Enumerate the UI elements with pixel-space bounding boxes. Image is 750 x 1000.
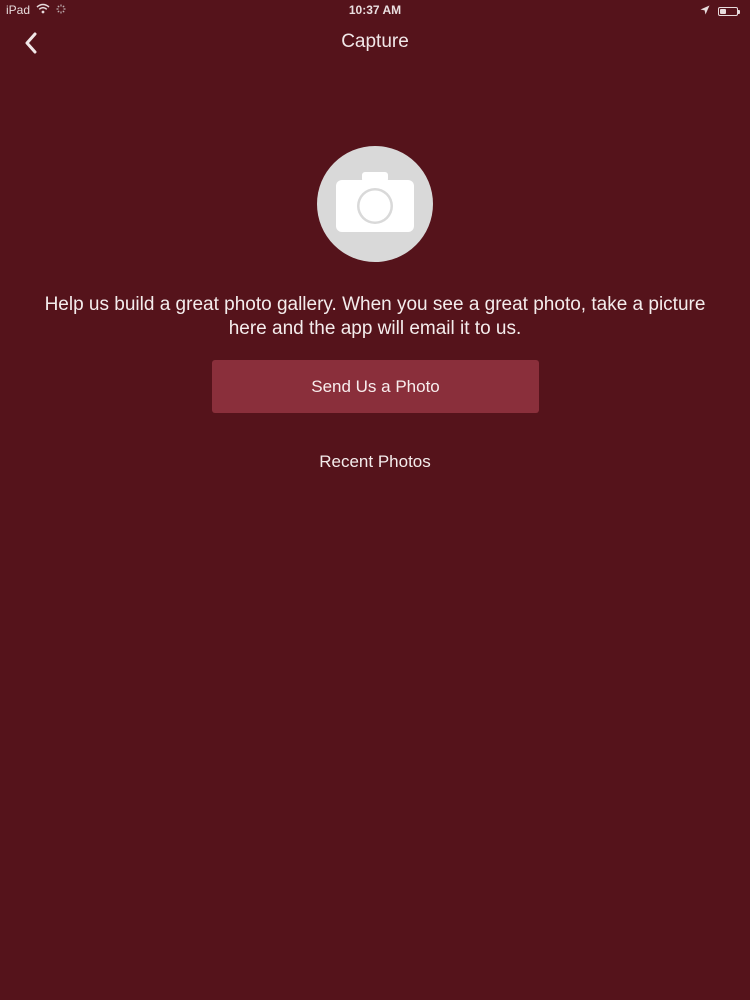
nav-bar: Capture	[0, 22, 750, 66]
send-photo-button[interactable]: Send Us a Photo	[212, 360, 539, 413]
battery-level	[720, 8, 726, 14]
camera-button[interactable]	[317, 146, 433, 262]
page-title: Capture	[341, 31, 409, 52]
status-right	[700, 2, 740, 20]
status-time: 10:37 AM	[348, 3, 402, 17]
description-text: Help us build a great photo gallery. Whe…	[44, 294, 706, 339]
camera-icon	[334, 170, 416, 239]
location-arrow-icon	[700, 2, 710, 20]
status-bar: iPad 10:37 AM	[0, 0, 750, 22]
battery-icon	[718, 6, 740, 16]
recent-photos-link[interactable]: Recent Photos	[0, 452, 750, 472]
